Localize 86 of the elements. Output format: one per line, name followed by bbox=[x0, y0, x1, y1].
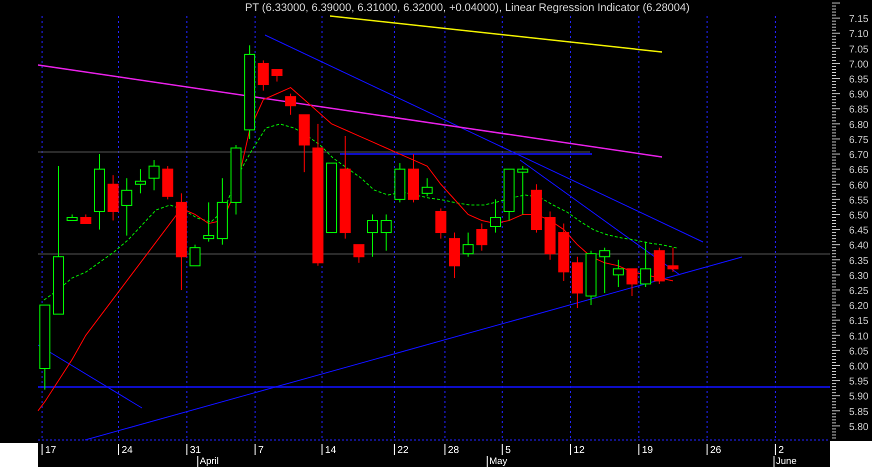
y-axis-label: 6.50 bbox=[849, 210, 868, 222]
candlestick bbox=[530, 184, 542, 234]
y-axis-label: 6.85 bbox=[849, 104, 868, 116]
y-axis-label: 6.70 bbox=[849, 150, 868, 162]
candlestick bbox=[353, 244, 364, 264]
candlestick bbox=[326, 162, 338, 234]
y-axis-label: 6.25 bbox=[849, 286, 868, 297]
x-axis-label: 14 bbox=[325, 445, 336, 456]
y-axis-label: 6.80 bbox=[849, 120, 868, 131]
y-axis-label: 6.15 bbox=[849, 316, 868, 328]
candlestick bbox=[121, 178, 132, 236]
y-axis-label: 6.65 bbox=[849, 165, 868, 176]
candlestick bbox=[148, 160, 160, 191]
y-axis-label: 6.35 bbox=[849, 256, 868, 267]
candlestick bbox=[190, 244, 201, 266]
candlestick bbox=[394, 162, 406, 203]
candlestick bbox=[490, 198, 501, 234]
y-axis-label: 5.90 bbox=[849, 392, 868, 403]
y-axis-label: 5.95 bbox=[849, 376, 868, 388]
x-axis-label: 2 bbox=[778, 445, 784, 456]
candlestick bbox=[448, 232, 460, 278]
y-axis-label: 7.00 bbox=[849, 59, 868, 70]
corner-background bbox=[0, 443, 38, 467]
candlestick bbox=[462, 232, 474, 258]
corner-background bbox=[830, 441, 872, 467]
y-axis-label: 6.55 bbox=[849, 195, 868, 206]
x-axis-label: 12 bbox=[574, 445, 585, 456]
candlestick bbox=[230, 144, 242, 215]
candlestick bbox=[612, 259, 624, 288]
candlestick bbox=[517, 166, 528, 215]
candlestick bbox=[134, 168, 146, 194]
candlestick bbox=[435, 208, 446, 240]
candlestick bbox=[367, 214, 378, 258]
month-label: May bbox=[489, 456, 508, 467]
y-axis-label: 6.10 bbox=[849, 331, 868, 342]
candlestick bbox=[626, 268, 638, 297]
y-axis-label: 7.10 bbox=[849, 29, 868, 40]
candlestick bbox=[298, 114, 310, 173]
x-axis-label: 22 bbox=[397, 445, 409, 456]
y-axis-label: 7.05 bbox=[849, 44, 868, 56]
candlestick bbox=[572, 256, 583, 309]
y-axis-label: 6.95 bbox=[849, 74, 868, 86]
y-axis-label: 5.85 bbox=[849, 406, 868, 418]
x-axis-label: 7 bbox=[258, 445, 264, 456]
y-axis-label: 6.60 bbox=[849, 180, 868, 192]
chart-title: PT (6.33000, 6.39000, 6.31000, 6.32000, +0.04000), Linear Regression Indicator (6.28004) bbox=[245, 2, 690, 14]
candlestick bbox=[408, 154, 420, 203]
candlestick bbox=[422, 178, 433, 197]
y-axis-label: 6.00 bbox=[849, 361, 868, 372]
candlestick bbox=[285, 93, 296, 116]
x-axis-label: 24 bbox=[122, 445, 133, 456]
x-axis-label: 31 bbox=[190, 445, 201, 456]
y-axis-label: 6.75 bbox=[849, 134, 868, 146]
candlestick bbox=[380, 214, 392, 252]
candlestick bbox=[108, 174, 119, 221]
candlestick bbox=[558, 223, 570, 282]
y-axis-label: 6.30 bbox=[849, 270, 868, 282]
candlestick bbox=[258, 60, 269, 92]
y-axis-label: 6.05 bbox=[849, 346, 868, 358]
x-axis-label: 26 bbox=[710, 445, 722, 456]
x-axis-label: 28 bbox=[448, 445, 460, 456]
candlestick bbox=[586, 250, 597, 306]
candlestick bbox=[203, 202, 214, 242]
candlestick bbox=[66, 214, 78, 221]
month-label: June bbox=[776, 456, 797, 467]
month-label: April bbox=[200, 456, 219, 467]
y-axis-label: 6.90 bbox=[849, 90, 868, 101]
x-axis-label: 5 bbox=[505, 445, 511, 456]
y-axis-label: 6.20 bbox=[849, 301, 868, 312]
y-axis-label: 6.40 bbox=[849, 240, 868, 252]
candlestick bbox=[654, 247, 665, 284]
candlestick bbox=[504, 168, 515, 221]
candlestick bbox=[162, 166, 174, 200]
candlestick bbox=[271, 68, 282, 82]
x-axis-label: 17 bbox=[45, 445, 56, 456]
x-axis-label: 19 bbox=[642, 445, 653, 456]
y-axis-label: 7.15 bbox=[849, 14, 868, 26]
candlestick bbox=[599, 247, 610, 294]
candlestick bbox=[476, 223, 488, 252]
candlestick bbox=[80, 214, 92, 224]
candlestick bbox=[667, 247, 678, 272]
candlestick bbox=[216, 178, 228, 246]
candlestick bbox=[640, 241, 652, 288]
y-axis-label: 6.45 bbox=[849, 226, 868, 237]
candlestick bbox=[544, 210, 556, 260]
y-axis-label: 5.80 bbox=[849, 422, 868, 433]
